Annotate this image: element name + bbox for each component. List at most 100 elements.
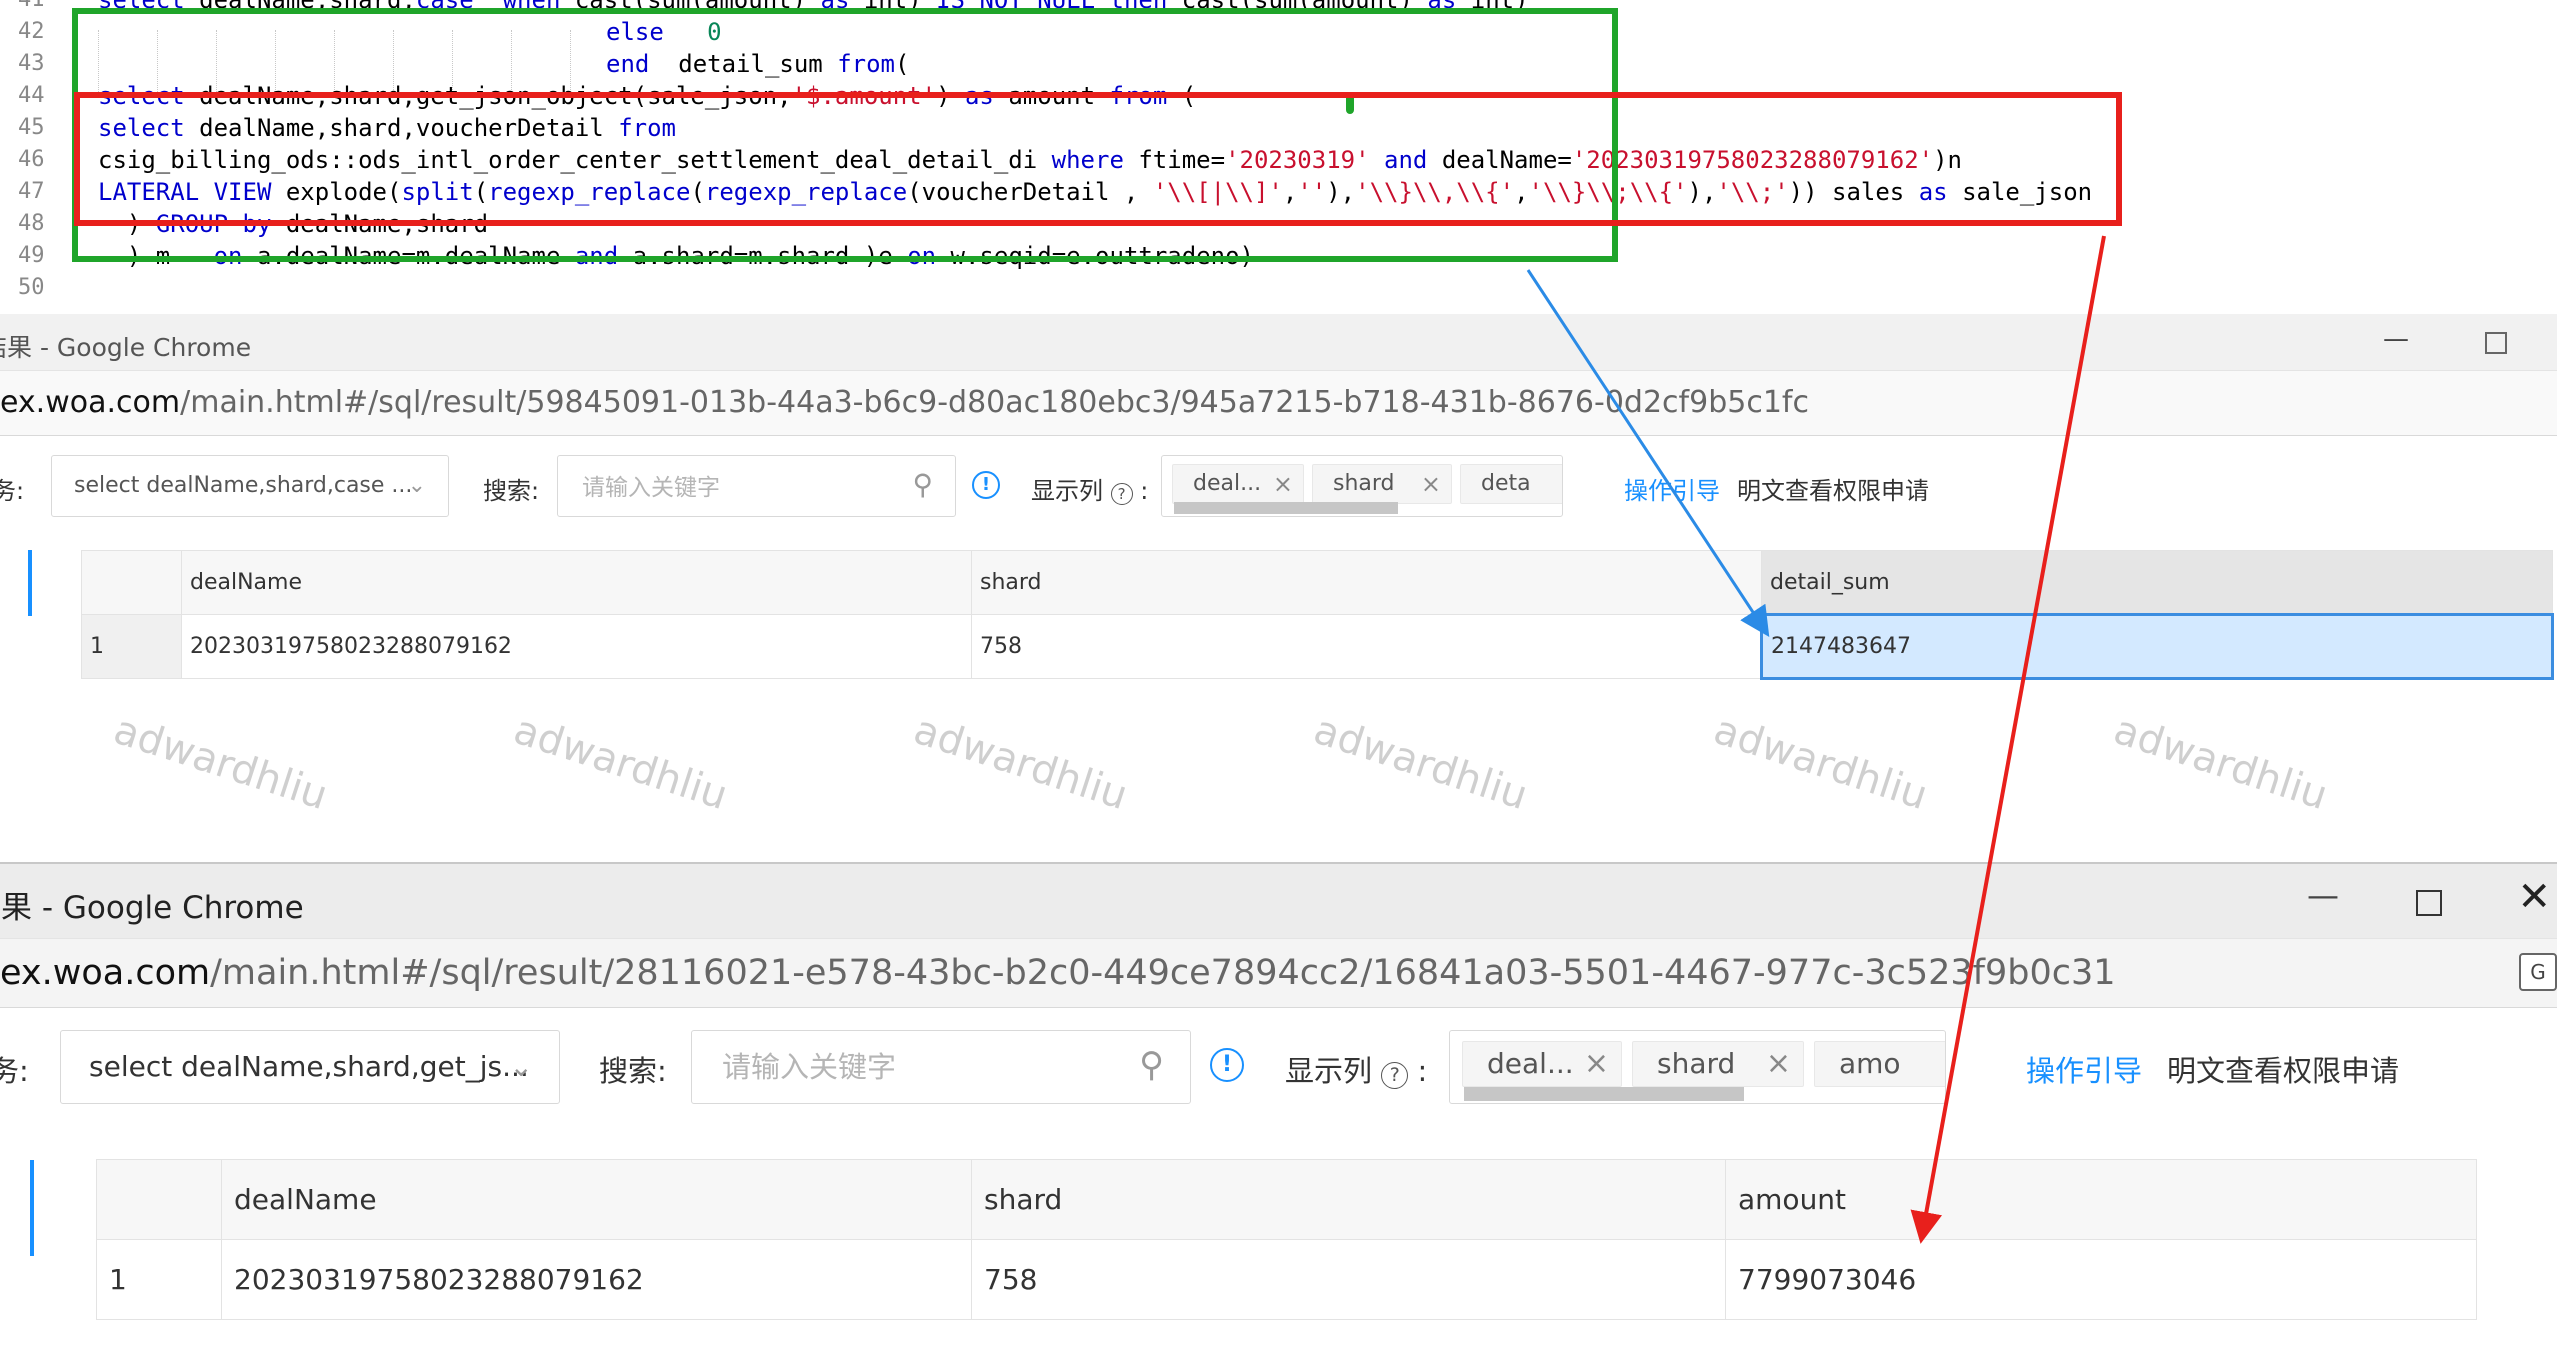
line-number: 41 — [18, 0, 58, 16]
maximize-icon[interactable] — [2485, 332, 2507, 354]
line-number: 49 — [18, 243, 45, 268]
help-icon[interactable]: ? — [1110, 483, 1133, 505]
column-tags-box[interactable]: deal... × shard × deta — [1161, 455, 1563, 517]
task-select-value: select dealName,shard,get_js... — [89, 1050, 529, 1083]
chevron-down-icon: ⌄ — [407, 473, 426, 498]
search-input[interactable] — [580, 470, 884, 504]
line-number: 46 — [18, 147, 45, 172]
search-input[interactable] — [720, 1047, 1104, 1089]
address-bar[interactable]: ex.woa.com/main.html#/sql/result/5984509… — [0, 370, 2557, 436]
close-icon[interactable]: × — [1273, 465, 1293, 503]
column-tag-label: shard — [1657, 1047, 1736, 1080]
help-icon[interactable]: ? — [1381, 1062, 1409, 1089]
column-tag[interactable]: deal... × — [1172, 464, 1304, 504]
close-icon[interactable]: × — [1584, 1042, 1609, 1086]
result-window-1: 结果 - Google Chrome — ex.woa.com/main.htm… — [0, 314, 2557, 860]
active-indicator — [28, 550, 32, 616]
table-cell[interactable]: 758 — [971, 614, 1762, 679]
line-number: 48 — [18, 211, 45, 236]
column-tag-label: amo — [1839, 1047, 1901, 1080]
search-icon[interactable]: ⚲ — [912, 468, 933, 501]
table-cell[interactable]: 20230319758023288079162 — [181, 614, 972, 679]
line-number: 50 — [18, 275, 45, 300]
line-number: 44 — [18, 83, 45, 108]
table-row: 1 20230319758023288079162 758 7799073046 — [96, 1239, 2477, 1320]
table-header-cell[interactable] — [96, 1159, 222, 1240]
columns-label-text: 显示列 — [1285, 1054, 1373, 1088]
info-icon[interactable]: ! — [972, 471, 1000, 499]
close-icon[interactable]: × — [1766, 1042, 1791, 1086]
result-table: dealName shard amount 1 2023031975802328… — [96, 1159, 2477, 1320]
columns-label-text: 显示列 — [1031, 477, 1103, 505]
guide-link[interactable]: 操作引导 — [1624, 471, 1720, 506]
row-number: 1 — [96, 1239, 222, 1320]
table-header-cell[interactable] — [81, 550, 182, 615]
table-cell[interactable]: 758 — [971, 1239, 1726, 1320]
table-cell-selected[interactable]: 2147483647 — [1760, 613, 2554, 680]
table-header-cell[interactable]: amount — [1725, 1159, 2477, 1240]
table-header-cell[interactable]: dealName — [181, 550, 972, 615]
minimize-icon[interactable]: — — [2383, 324, 2409, 354]
row-number: 1 — [81, 614, 182, 679]
column-tag[interactable]: deta — [1460, 464, 1562, 504]
translate-icon[interactable]: G — [2519, 953, 2557, 991]
window-title-bar[interactable]: 结果 - Google Chrome — — [0, 314, 2557, 370]
guide-link[interactable]: 操作引导 — [2026, 1048, 2142, 1090]
line-number: 42 — [18, 19, 45, 44]
task-select[interactable]: select dealName,shard,case ... ⌄ — [51, 455, 449, 517]
line-number: 47 — [18, 179, 45, 204]
maximize-icon[interactable] — [2416, 890, 2442, 916]
query-toolbar: 务: select dealName,shard,case ... ⌄ 搜索: … — [0, 435, 2557, 535]
line-number: 45 — [18, 115, 45, 140]
table-header-cell[interactable]: shard — [971, 1159, 1726, 1240]
url-path: /main.html#/sql/result/59845091-013b-44a… — [180, 385, 1809, 420]
close-icon[interactable]: ✕ — [2517, 874, 2551, 920]
permission-request-link[interactable]: 明文查看权限申请 — [1737, 471, 1929, 506]
result-window-2: 结果 - Google Chrome — ✕ ex.woa.com/main.h… — [0, 862, 2557, 1362]
column-tag[interactable]: shard × — [1312, 464, 1452, 504]
table-header-row: dealName shard detail_sum — [81, 550, 2553, 615]
address-bar[interactable]: ex.woa.com/main.html#/sql/result/2811602… — [0, 938, 2557, 1008]
close-icon[interactable]: × — [1421, 465, 1441, 503]
column-tag[interactable]: shard × — [1632, 1041, 1804, 1087]
chevron-down-icon: ⌄ — [509, 1050, 533, 1083]
table-header-cell[interactable]: dealName — [221, 1159, 972, 1240]
column-tag[interactable]: deal... × — [1462, 1041, 1622, 1087]
columns-label: 显示列 ? : — [1031, 477, 1149, 505]
search-label: 搜索: — [483, 477, 540, 505]
active-indicator — [30, 1160, 34, 1256]
info-icon[interactable]: ! — [1210, 1048, 1244, 1082]
task-select[interactable]: select dealName,shard,get_js... ⌄ — [60, 1030, 560, 1104]
table-cell[interactable]: 20230319758023288079162 — [221, 1239, 972, 1320]
permission-request-link[interactable]: 明文查看权限申请 — [2167, 1048, 2399, 1090]
search-box[interactable]: ⚲ — [691, 1030, 1191, 1104]
column-tag[interactable]: amo — [1814, 1041, 1945, 1087]
table-header-cell[interactable]: shard — [971, 550, 1762, 615]
minimize-icon[interactable]: — — [2307, 876, 2339, 914]
tags-scrollbar[interactable] — [1174, 502, 1398, 514]
red-highlight-box — [74, 92, 2122, 226]
column-tag-label: deal... — [1487, 1047, 1574, 1080]
code-line[interactable]: 50 — [0, 272, 2557, 304]
search-box[interactable]: ⚲ — [557, 455, 956, 517]
table-header-row: dealName shard amount — [96, 1159, 2477, 1240]
url-path: /main.html#/sql/result/28116021-e578-43b… — [210, 953, 2116, 993]
table-cell[interactable]: 7799073046 — [1725, 1239, 2477, 1320]
tags-scrollbar[interactable] — [1464, 1087, 1744, 1101]
window-title: 结果 - Google Chrome — [0, 333, 252, 362]
window-title-bar[interactable]: 结果 - Google Chrome — ✕ — [0, 864, 2557, 938]
result-table: dealName shard detail_sum 1 202303197580… — [81, 550, 2554, 680]
line-number: 43 — [18, 51, 45, 76]
column-tag-label: shard — [1333, 471, 1395, 496]
columns-label: 显示列 ? : — [1285, 1054, 1428, 1089]
table-row: 1 20230319758023288079162 758 2147483647 — [81, 613, 2554, 680]
table-header-cell[interactable]: detail_sum — [1761, 550, 2553, 615]
url-host: ex.woa.com — [0, 953, 211, 993]
query-toolbar: 务: select dealName,shard,get_js... ⌄ 搜索:… — [0, 1008, 2557, 1118]
task-label: 务: — [0, 477, 25, 505]
search-icon[interactable]: ⚲ — [1139, 1045, 1164, 1085]
column-tags-box[interactable]: deal... × shard × amo — [1449, 1030, 1946, 1104]
task-select-value: select dealName,shard,case ... — [74, 473, 413, 498]
task-label: 务: — [0, 1054, 29, 1088]
search-label: 搜索: — [599, 1054, 667, 1088]
